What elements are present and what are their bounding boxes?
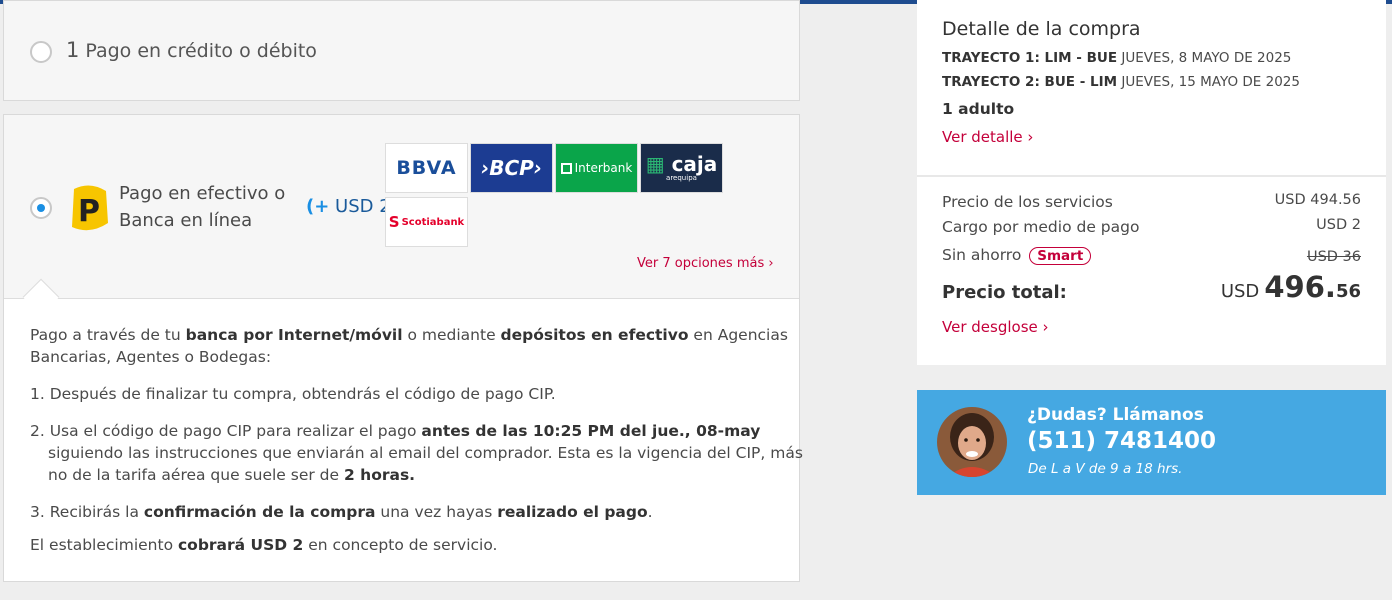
help-phone[interactable]: (511) 7481400 bbox=[1027, 428, 1216, 454]
help-title: ¿Dudas? Llámanos bbox=[1027, 405, 1204, 425]
bcp-text: ›BCP› bbox=[480, 156, 543, 180]
view-breakdown-link[interactable]: Ver desglose › bbox=[942, 318, 1049, 336]
details-step-2: 2. Usa el código de pago CIP para realiz… bbox=[30, 422, 803, 484]
payment-fee-value: USD 2 bbox=[1316, 217, 1361, 233]
services-price-label: Precio de los servicios bbox=[942, 193, 1113, 211]
summary-divider bbox=[917, 175, 1386, 177]
option-cash-line1: Pago en efectivo o bbox=[119, 183, 286, 204]
radio-credit-debit[interactable] bbox=[30, 41, 52, 63]
bank-logo-scotiabank: S Scotiabank bbox=[385, 197, 468, 247]
option-credit-text: Pago en crédito o débito bbox=[85, 40, 317, 62]
caja-text: caja bbox=[671, 151, 718, 176]
option-cash-line2: Banca en línea bbox=[119, 210, 253, 231]
no-savings-label: Sin ahorro Smart bbox=[942, 246, 1092, 265]
summary-leg-1: TRAYECTO 1: LIM - BUE JUEVES, 8 MAYO DE … bbox=[942, 50, 1292, 66]
summary-leg-2: TRAYECTO 2: BUE - LIM JUEVES, 15 MAYO DE… bbox=[942, 74, 1300, 90]
more-options-link[interactable]: Ver 7 opciones más › bbox=[637, 256, 774, 271]
summary-passengers: 1 adulto bbox=[942, 100, 1015, 118]
option-number: 1 bbox=[66, 38, 80, 62]
bank-logo-bbva: BBVA bbox=[385, 143, 468, 193]
services-price-value: USD 494.56 bbox=[1274, 192, 1361, 208]
option-credit-label: 1 Pago en crédito o débito bbox=[66, 38, 317, 62]
bank-logo-bcp: ›BCP› bbox=[470, 143, 553, 193]
pagoefectivo-logo-icon: P bbox=[72, 185, 108, 231]
fee-plus: (+ bbox=[306, 196, 330, 217]
details-step-3: 3. Recibirás la confirmación de la compr… bbox=[30, 503, 653, 521]
details-footer: El establecimiento cobrará USD 2 en conc… bbox=[30, 536, 498, 554]
interbank-text: Interbank bbox=[574, 161, 633, 175]
details-step-1: 1. Después de finalizar tu compra, obten… bbox=[30, 385, 556, 403]
total-value: USD 496.56 bbox=[1220, 270, 1361, 304]
agent-avatar bbox=[937, 407, 1007, 477]
total-label: Precio total: bbox=[942, 282, 1067, 303]
smart-badge: Smart bbox=[1029, 247, 1092, 265]
bank-logo-caja: ▦ caja arequipa bbox=[640, 143, 723, 193]
summary-title: Detalle de la compra bbox=[942, 18, 1141, 40]
caja-subtext: arequipa bbox=[666, 173, 697, 182]
help-hours: De L a V de 9 a 18 hrs. bbox=[1028, 461, 1183, 477]
option-cash-label: Pago en efectivo o Banca en línea bbox=[119, 180, 285, 234]
no-savings-value: USD 36 bbox=[1306, 249, 1361, 265]
payment-fee-label: Cargo por medio de pago bbox=[942, 218, 1140, 236]
details-intro: Pago a través de tu banca por Internet/m… bbox=[30, 326, 788, 366]
view-detail-link[interactable]: Ver detalle › bbox=[942, 128, 1033, 146]
scotiabank-text: Scotiabank bbox=[401, 216, 465, 228]
bank-logo-interbank: Interbank bbox=[555, 143, 638, 193]
bbva-text: BBVA bbox=[396, 157, 457, 179]
radio-cash-online[interactable] bbox=[30, 197, 52, 219]
option-cash-fee: (+ USD 2) bbox=[306, 196, 398, 217]
logo-letter: P bbox=[78, 194, 100, 229]
